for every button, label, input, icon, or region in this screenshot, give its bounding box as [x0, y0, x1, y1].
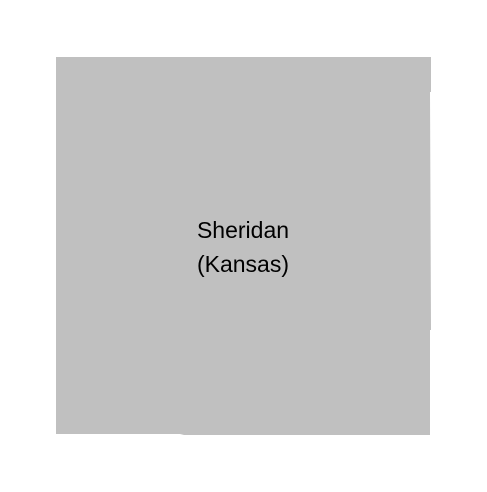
county-label: Sheridan (Kansas)	[143, 213, 343, 281]
county-name: Sheridan	[196, 217, 290, 243]
state-name: (Kansas)	[196, 251, 290, 277]
